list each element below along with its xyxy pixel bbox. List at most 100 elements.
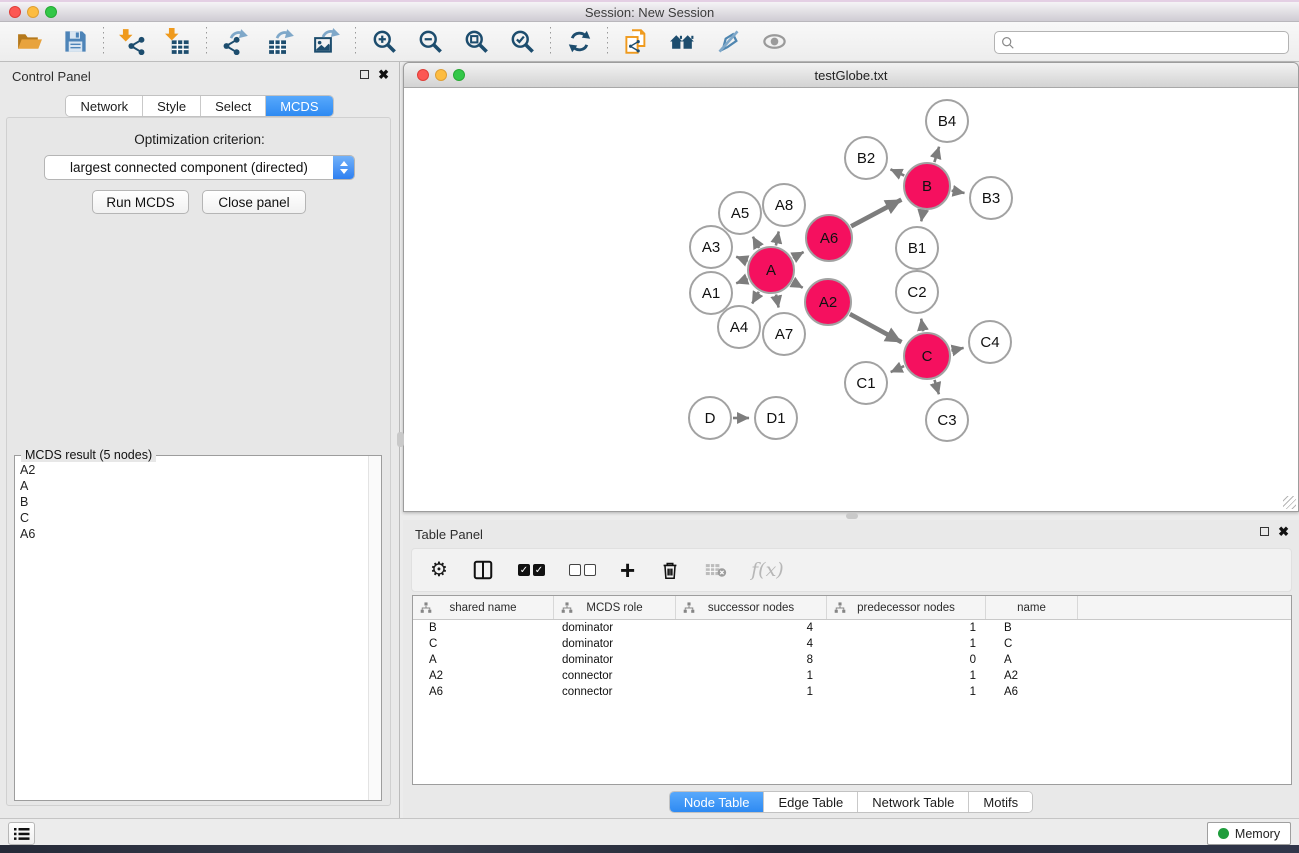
graph-node-B3[interactable]: B3 — [970, 177, 1012, 219]
graph-node-A3[interactable]: A3 — [690, 226, 732, 268]
graph-node-C3[interactable]: C3 — [926, 399, 968, 441]
column-header-predecessor-nodes[interactable]: predecessor nodes — [827, 596, 986, 619]
run-mcds-button[interactable]: Run MCDS — [92, 190, 189, 214]
zoom-out-button[interactable] — [415, 27, 445, 57]
zoom-selected-button[interactable] — [507, 27, 537, 57]
graph-node-C4[interactable]: C4 — [969, 321, 1011, 363]
graph-node-A5[interactable]: A5 — [719, 192, 761, 234]
graph-node-B[interactable]: B — [904, 163, 950, 209]
zoom-fit-button[interactable] — [461, 27, 491, 57]
open-file-button[interactable] — [14, 27, 44, 57]
zoom-in-button[interactable] — [369, 27, 399, 57]
search-input[interactable] — [994, 31, 1289, 54]
network-canvas[interactable]: B4 B2 B B3 A8 A5 A6 A3 B1 A C2 A1 A2 — [404, 88, 1298, 511]
close-panel-icon[interactable]: ✖ — [378, 69, 389, 80]
graph-node-A1[interactable]: A1 — [690, 272, 732, 314]
column-header-name[interactable]: name — [986, 596, 1078, 619]
edge-A-A2[interactable] — [793, 282, 803, 288]
graph-node-A8[interactable]: A8 — [763, 184, 805, 226]
create-column-button[interactable]: + — [620, 560, 635, 580]
float-panel-icon[interactable] — [360, 70, 369, 79]
edge-A6-B[interactable] — [851, 200, 901, 227]
graph-node-C1[interactable]: C1 — [845, 362, 887, 404]
close-table-panel-icon[interactable]: ✖ — [1278, 526, 1289, 537]
graph-node-C[interactable]: C — [904, 333, 950, 379]
dropdown-stepper-icon[interactable] — [333, 156, 354, 179]
export-image-button[interactable] — [312, 27, 342, 57]
table-row[interactable]: Bdominator41B — [413, 620, 1291, 636]
graph-node-B4[interactable]: B4 — [926, 100, 968, 142]
column-header-MCDS-role[interactable]: MCDS role — [554, 596, 676, 619]
table-tab-node-table[interactable]: Node Table — [670, 792, 765, 812]
table-row[interactable]: A6connector11A6 — [413, 684, 1291, 700]
hide-annotations-button[interactable] — [713, 27, 743, 57]
edge-A-A5[interactable] — [753, 237, 759, 248]
edge-C-C2[interactable] — [921, 319, 923, 332]
mcds-result-item[interactable]: B — [20, 494, 367, 510]
edge-C-C3[interactable] — [935, 380, 939, 394]
save-session-button[interactable] — [60, 27, 90, 57]
graph-node-B2[interactable]: B2 — [845, 137, 887, 179]
network-window-titlebar[interactable]: testGlobe.txt — [404, 63, 1298, 88]
mcds-result-item[interactable]: A6 — [20, 526, 367, 542]
control-tab-select[interactable]: Select — [201, 96, 266, 116]
edge-B-B1[interactable] — [921, 211, 923, 222]
table-tab-motifs[interactable]: Motifs — [969, 792, 1032, 812]
column-header-successor-nodes[interactable]: successor nodes — [676, 596, 827, 619]
import-network-button[interactable] — [117, 27, 147, 57]
clone-network-button[interactable] — [621, 27, 651, 57]
edge-C-C1[interactable] — [891, 366, 904, 372]
show-hide-columns-button[interactable] — [472, 559, 494, 581]
graph-node-A6[interactable]: A6 — [806, 215, 852, 261]
edge-B-B3[interactable] — [952, 191, 965, 193]
import-table-button[interactable] — [163, 27, 193, 57]
float-table-panel-icon[interactable] — [1260, 527, 1269, 536]
delete-columns-button[interactable] — [659, 559, 681, 581]
control-tab-mcds[interactable]: MCDS — [266, 96, 332, 116]
graph-node-D1[interactable]: D1 — [755, 397, 797, 439]
edge-B-B2[interactable] — [891, 169, 905, 175]
graph-node-A2[interactable]: A2 — [805, 279, 851, 325]
mcds-result-item[interactable]: A2 — [20, 462, 367, 478]
export-table-button[interactable] — [266, 27, 296, 57]
export-network-button[interactable] — [220, 27, 250, 57]
result-scrollbar[interactable] — [368, 456, 381, 800]
edge-A-A6[interactable] — [793, 252, 804, 258]
graph-node-B1[interactable]: B1 — [896, 227, 938, 269]
network-graph[interactable]: B4 B2 B B3 A8 A5 A6 A3 B1 A C2 A1 A2 — [404, 88, 1298, 511]
graph-node-A[interactable]: A — [748, 247, 794, 293]
table-row[interactable]: Adominator80A — [413, 652, 1291, 668]
window-resize-grip[interactable] — [1283, 496, 1296, 509]
control-tab-style[interactable]: Style — [143, 96, 201, 116]
task-history-button[interactable] — [8, 822, 35, 845]
vertical-scrollbar-thumb[interactable] — [397, 432, 404, 447]
edge-A-A8[interactable] — [776, 232, 779, 246]
deselect-all-rows-button[interactable] — [569, 564, 596, 576]
column-header-shared-name[interactable]: shared name — [413, 596, 554, 619]
edge-C-C4[interactable] — [951, 348, 963, 351]
graph-node-A4[interactable]: A4 — [718, 306, 760, 348]
edge-A2-C[interactable] — [850, 314, 902, 342]
edge-A-A1[interactable] — [736, 279, 748, 283]
close-panel-button[interactable]: Close panel — [202, 190, 306, 214]
graph-node-A7[interactable]: A7 — [763, 313, 805, 355]
refresh-view-button[interactable] — [564, 27, 594, 57]
edge-A-A4[interactable] — [752, 292, 759, 304]
edge-A-A3[interactable] — [736, 257, 748, 261]
table-row[interactable]: Cdominator41C — [413, 636, 1291, 652]
home-view-button[interactable] — [667, 27, 697, 57]
edge-A-A7[interactable] — [776, 295, 779, 308]
select-all-rows-button[interactable]: ✓✓ — [518, 564, 545, 576]
horizontal-scrollbar-thumb[interactable] — [846, 513, 858, 519]
graph-node-D[interactable]: D — [689, 397, 731, 439]
table-row[interactable]: A2connector11A2 — [413, 668, 1291, 684]
control-tab-network[interactable]: Network — [66, 96, 143, 116]
memory-button[interactable]: Memory — [1207, 822, 1291, 845]
optimization-criterion-dropdown[interactable]: largest connected component (directed) — [44, 155, 355, 180]
mcds-result-item[interactable]: A — [20, 478, 367, 494]
table-tab-network-table[interactable]: Network Table — [858, 792, 969, 812]
mcds-result-item[interactable]: C — [20, 510, 367, 526]
show-graphics-details-button[interactable] — [759, 27, 789, 57]
table-mode-gear-button[interactable]: ⚙ — [430, 560, 448, 580]
graph-node-C2[interactable]: C2 — [896, 271, 938, 313]
